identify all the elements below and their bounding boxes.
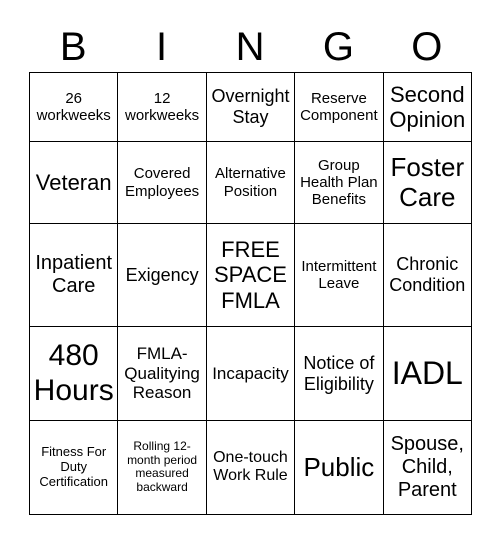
bingo-cell[interactable]: FREE SPACE FMLA xyxy=(205,222,296,328)
bingo-cell[interactable]: Inpatient Care xyxy=(28,222,119,328)
bingo-cell[interactable]: Fitness For Duty Certification xyxy=(28,419,119,516)
bingo-cell[interactable]: Public xyxy=(294,419,384,516)
header-letter-n: N xyxy=(235,25,265,69)
bingo-cell[interactable]: Intermittent Leave xyxy=(294,222,384,328)
bingo-cell[interactable]: One-touch Work Rule xyxy=(205,419,296,516)
bingo-cell[interactable]: 480 Hours xyxy=(28,326,119,421)
bingo-header: B I N G O xyxy=(29,22,471,72)
bingo-cell[interactable]: Spouse, Child, Parent xyxy=(382,419,473,516)
bingo-row: 26 workweeks 12 workweeks Overnight Stay Re… xyxy=(28,71,473,143)
bingo-cell[interactable]: Veteran xyxy=(28,141,119,224)
bingo-cell[interactable]: Overnight Stay xyxy=(205,71,296,143)
bingo-cell[interactable]: Incapacity xyxy=(205,326,296,421)
bingo-cell[interactable]: 26 workweeks xyxy=(28,71,119,143)
bingo-cell[interactable]: Notice of Eligibility xyxy=(294,326,384,421)
bingo-cell[interactable]: Exigency xyxy=(117,222,207,328)
bingo-cell[interactable]: Reserve Component xyxy=(294,71,384,143)
bingo-cell[interactable]: 12 workweeks xyxy=(117,71,207,143)
bingo-row: 480 Hours FMLA-Qualitying Reason Incapacit… xyxy=(28,326,473,421)
header-letter-o: O xyxy=(411,25,443,69)
bingo-cell[interactable]: FMLA-Qualitying Reason xyxy=(117,326,207,421)
bingo-cell[interactable]: IADL xyxy=(382,326,473,421)
bingo-cell[interactable]: Covered Employees xyxy=(117,141,207,224)
bingo-cell[interactable]: Second Opinion xyxy=(382,71,473,143)
bingo-row: Inpatient Care Exigency FREE SPACE FMLA Int… xyxy=(28,222,473,328)
bingo-row: Veteran Covered Employees Alternative Posi… xyxy=(28,141,473,224)
bingo-grid: 26 workweeks 12 workweeks Overnight Stay Re… xyxy=(28,71,473,516)
bingo-cell[interactable]: Group Health Plan Benefits xyxy=(294,141,384,224)
header-letter-g: G xyxy=(322,25,354,69)
header-letter-i: I xyxy=(156,25,168,69)
bingo-cell[interactable]: Rolling 12-month period measured backwar… xyxy=(117,419,207,516)
bingo-cell[interactable]: Foster Care xyxy=(382,141,473,224)
bingo-cell[interactable]: Chronic Condition xyxy=(382,222,473,328)
bingo-cell[interactable]: Alternative Position xyxy=(205,141,296,224)
header-letter-b: B xyxy=(59,25,87,69)
bingo-row: Fitness For Duty Certification Rolling 12… xyxy=(28,419,473,516)
